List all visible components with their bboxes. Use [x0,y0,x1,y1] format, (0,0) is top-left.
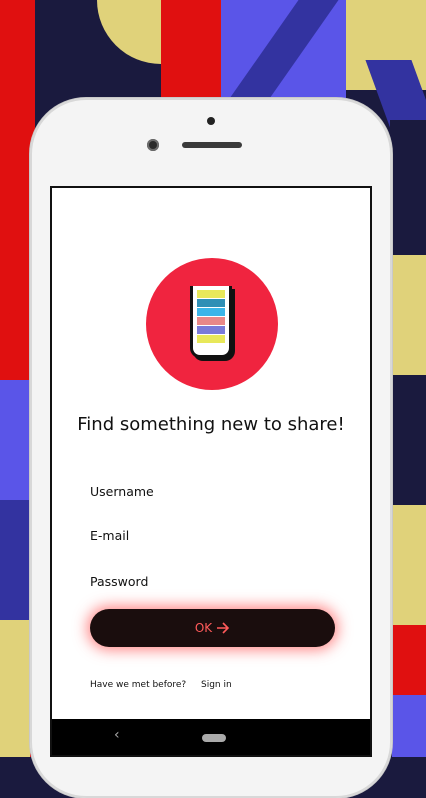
email-field[interactable]: E-mail [90,528,129,543]
app-logo [146,258,278,390]
app-screen: Find something new to share! Username E-… [50,186,372,757]
android-nav-bar: ‹ [52,719,370,755]
earpiece-speaker [182,142,242,148]
stacked-cup-icon [190,286,232,358]
have-we-met-text: Have we met before? [90,680,187,690]
logo-stripe [197,308,225,316]
front-camera [147,139,159,151]
sign-in-link[interactable]: Sign in [201,680,232,690]
back-chevron-icon[interactable]: ‹ [114,727,120,743]
logo-stripe [197,299,225,307]
proximity-sensor [207,117,215,125]
username-field[interactable]: Username [90,484,154,499]
ok-button-label: OK [194,621,213,635]
password-field[interactable]: Password [90,574,148,589]
ok-button[interactable]: OK [90,609,335,647]
page-title: Find something new to share! [77,414,345,435]
logo-stripe [197,335,225,343]
logo-stripe [197,326,225,334]
logo-stripe [197,317,225,325]
logo-stripe [197,290,225,298]
arrow-right-icon [217,622,230,634]
home-pill-icon[interactable] [202,734,226,742]
